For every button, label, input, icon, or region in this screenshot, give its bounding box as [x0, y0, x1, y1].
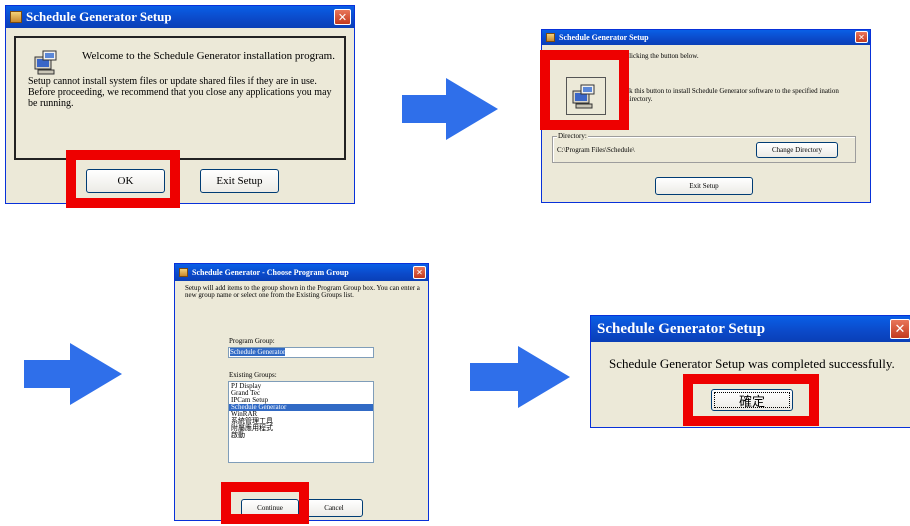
computer-installer-icon [34, 50, 57, 75]
exit-setup-button[interactable]: Exit Setup [655, 177, 753, 195]
program-group-input[interactable]: Schedule Generator [228, 347, 374, 358]
app-icon [546, 33, 555, 42]
arrow-right-icon [24, 343, 122, 405]
welcome-text: Welcome to the Schedule Generator instal… [82, 50, 335, 62]
highlight-box-ok [66, 150, 180, 208]
title-bar: Schedule Generator Setup ✕ [591, 316, 910, 342]
warning-text: Setup cannot install system files or upd… [28, 76, 332, 109]
window-title: Schedule Generator Setup [597, 320, 766, 337]
highlight-box-continue [221, 482, 309, 524]
directory-path: C:\Program Files\Schedule\ [557, 146, 635, 154]
close-button[interactable]: ✕ [413, 266, 426, 279]
existing-groups-list[interactable]: PJ Display Grand Tec IPCam Setup Schedul… [228, 381, 374, 463]
window-title: Schedule Generator - Choose Program Grou… [192, 268, 349, 277]
instructions-text: Setup will add items to the group shown … [185, 284, 420, 299]
arrow-right-icon [402, 78, 498, 140]
app-icon [10, 11, 22, 23]
instruction-heading: clicking the button below. [626, 52, 699, 60]
program-group-value: Schedule Generator [230, 348, 286, 356]
dialog-welcome: Schedule Generator Setup ✕ Welcome to th… [5, 5, 355, 204]
title-bar: Schedule Generator - Choose Program Grou… [175, 264, 428, 281]
window-title: Schedule Generator Setup [559, 33, 649, 42]
arrow-right-icon [470, 346, 570, 408]
change-directory-button[interactable]: Change Directory [756, 142, 838, 158]
list-item[interactable]: 附屬應用程式 [229, 425, 373, 432]
close-button[interactable]: ✕ [334, 9, 351, 25]
directory-label: Directory: [557, 132, 588, 140]
highlight-box-install [540, 50, 629, 130]
title-bar: Schedule Generator Setup ✕ [542, 30, 870, 45]
cancel-button[interactable]: Cancel [305, 499, 363, 517]
program-group-label: Program Group: [229, 337, 275, 345]
existing-groups-label: Existing Groups: [229, 371, 277, 379]
close-button[interactable]: ✕ [890, 319, 910, 339]
window-title: Schedule Generator Setup [26, 9, 172, 24]
list-item[interactable]: 啟動 [229, 432, 373, 439]
exit-setup-button[interactable]: Exit Setup [200, 169, 279, 193]
instruction-text: ck this button to install Schedule Gener… [626, 87, 839, 103]
close-button[interactable]: ✕ [855, 31, 868, 43]
app-icon [179, 268, 188, 277]
title-bar: Schedule Generator Setup ✕ [6, 6, 354, 28]
highlight-box-confirm [683, 374, 819, 426]
completion-message: Schedule Generator Setup was completed s… [609, 356, 895, 371]
